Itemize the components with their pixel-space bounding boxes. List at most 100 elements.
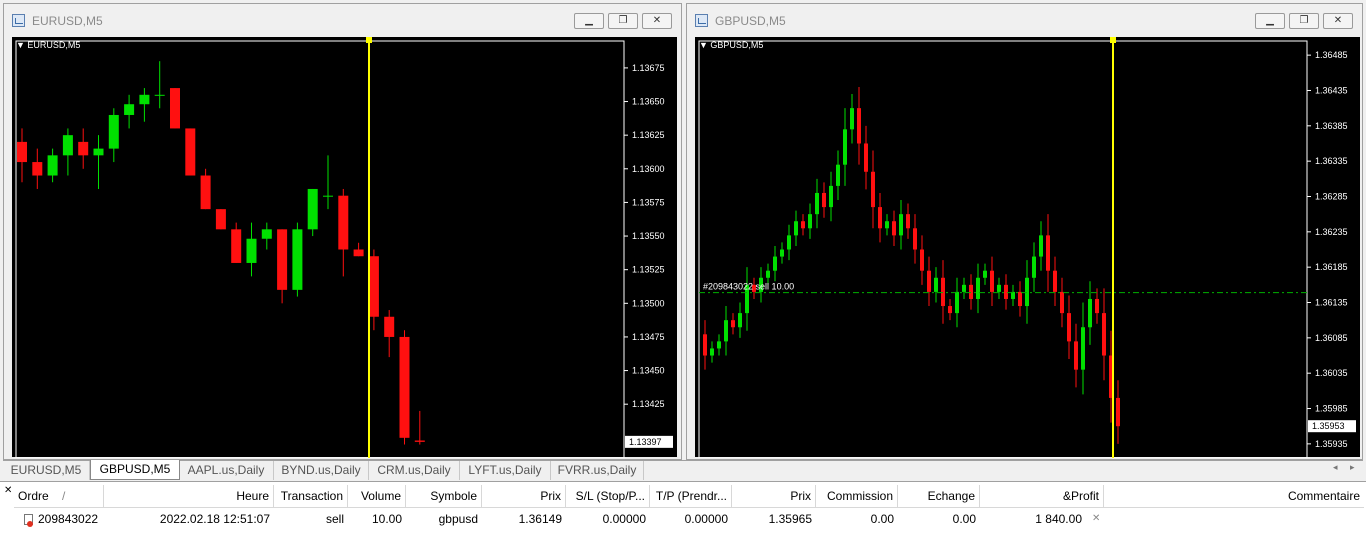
col-tp[interactable]: T/P (Prendr... <box>650 485 732 507</box>
col-transaction[interactable]: Transaction <box>274 485 348 507</box>
terminal-close-icon[interactable]: ✕ <box>4 485 12 496</box>
candle-body <box>724 320 728 342</box>
col-commission[interactable]: Commission <box>816 485 898 507</box>
candle-body <box>899 214 903 236</box>
tab-scroll-left-icon[interactable]: ◂ <box>1333 463 1338 473</box>
candle-body <box>871 171 875 208</box>
candle-body <box>353 249 364 257</box>
price-axis-label: 1.13600 <box>632 164 665 174</box>
window-title: EURUSD,M5 <box>32 14 103 28</box>
col-sl[interactable]: S/L (Stop/P... <box>566 485 650 507</box>
tab-crm[interactable]: CRM.us,Daily <box>369 461 460 480</box>
price-axis-label: 1.13425 <box>632 399 665 409</box>
candle-body <box>170 88 180 129</box>
candle-body <box>843 129 847 165</box>
candle-body <box>850 108 854 130</box>
restore-button[interactable]: ❐ <box>608 13 638 29</box>
order-level-label: #209843022 sell 10.00 <box>703 282 794 292</box>
candle-body <box>997 284 1001 292</box>
candle-body <box>246 238 257 263</box>
close-order-icon[interactable]: ✕ <box>1088 508 1104 530</box>
col-time[interactable]: Heure <box>104 485 274 507</box>
cell-tp[interactable]: 0.00000 <box>650 508 732 530</box>
candle-body <box>913 228 917 250</box>
candle-body <box>1053 270 1057 292</box>
candle-body <box>323 195 333 197</box>
minimize-button[interactable]: ▁ <box>1255 13 1285 29</box>
trade-table-header: Ordre / Heure Transaction Volume Symbole… <box>14 485 1364 508</box>
candle-body <box>1060 291 1064 314</box>
candle-body <box>892 221 896 236</box>
col-price-current[interactable]: Prix <box>732 485 816 507</box>
cell-order: 209843022 <box>38 512 99 526</box>
price-axis-label: 1.36335 <box>1315 156 1348 166</box>
col-swap[interactable]: Echange <box>898 485 980 507</box>
candle-body <box>927 270 931 292</box>
price-axis-label: 1.35985 <box>1315 404 1348 414</box>
tab-eurusd[interactable]: EURUSD,M5 <box>3 461 90 480</box>
window-titlebar[interactable]: EURUSD,M5 ▁ ❐ ✕ <box>4 4 681 37</box>
candle-body <box>108 114 119 149</box>
candle-body <box>384 316 395 337</box>
col-profit[interactable]: &Profit <box>980 485 1104 507</box>
gbpusd-chart[interactable]: 1.36485 1.36435 1.36385 1.36335 1.36285 1.362… <box>695 37 1360 459</box>
candle-body <box>948 306 952 314</box>
window-titlebar[interactable]: GBPUSD,M5 ▁ ❐ ✕ <box>687 4 1362 37</box>
trade-row[interactable]: 209843022 2022.02.18 12:51:07 sell 10.00… <box>14 508 1364 530</box>
candle-body <box>1095 298 1099 314</box>
restore-button[interactable]: ❐ <box>1289 13 1319 29</box>
candle-body <box>969 284 973 299</box>
candle-body <box>292 229 303 290</box>
candle-body <box>878 207 882 229</box>
tab-lyft[interactable]: LYFT.us,Daily <box>460 461 551 480</box>
candle-body <box>1081 327 1085 370</box>
tab-fvrr[interactable]: FVRR.us,Daily <box>551 461 644 480</box>
candle-body <box>62 135 73 156</box>
candle-body <box>864 143 868 172</box>
col-volume[interactable]: Volume <box>348 485 406 507</box>
close-button[interactable]: ✕ <box>642 13 672 29</box>
cell-comment <box>1104 508 1364 530</box>
candle-body <box>1074 341 1078 370</box>
candle-body <box>934 277 938 292</box>
col-order[interactable]: Ordre / <box>14 485 104 507</box>
candle-body <box>703 334 707 356</box>
cell-sl[interactable]: 0.00000 <box>566 508 650 530</box>
candle-body <box>836 164 840 186</box>
tab-scroll-right-icon[interactable]: ▸ <box>1350 463 1355 473</box>
sell-order-icon <box>24 514 33 527</box>
eurusd-chart[interactable]: 1.13675 1.13650 1.13625 1.13600 1.13575 1.135… <box>12 37 677 459</box>
col-comment[interactable]: Commentaire <box>1104 485 1364 507</box>
tab-bynd[interactable]: BYND.us,Daily <box>274 461 369 480</box>
candle-body <box>1102 313 1106 356</box>
candle-body <box>139 94 150 105</box>
current-price-label: 1.35953 <box>1312 421 1345 431</box>
tab-gbpusd[interactable]: GBPUSD,M5 <box>90 460 180 480</box>
minimize-button[interactable]: ▁ <box>574 13 604 29</box>
period-separator-handle <box>1110 37 1116 43</box>
chart-window-gbpusd[interactable]: GBPUSD,M5 ▁ ❐ ✕ 1.36485 1.36435 1.36385 1.3… <box>686 3 1363 460</box>
close-button[interactable]: ✕ <box>1323 13 1353 29</box>
price-axis-label: 1.36385 <box>1315 121 1348 131</box>
col-price[interactable]: Prix <box>482 485 566 507</box>
candle-body <box>822 192 826 208</box>
col-symbol[interactable]: Symbole <box>406 485 482 507</box>
candle-body <box>1046 235 1050 271</box>
candle-body <box>962 284 966 292</box>
candle-body <box>710 348 714 356</box>
candle-body <box>1018 291 1022 307</box>
candle-body <box>338 195 349 250</box>
candle-body <box>808 214 812 229</box>
candle-body <box>17 141 27 163</box>
chart-symbol-label: ▼ EURUSD,M5 <box>16 40 81 50</box>
price-axis-label: 1.13525 <box>632 265 665 275</box>
tab-aapl[interactable]: AAPL.us,Daily <box>179 461 274 480</box>
plot-frame <box>15 40 625 459</box>
chart-window-eurusd[interactable]: EURUSD,M5 ▁ ❐ ✕ 1.13675 1.13650 1.13625 1.1… <box>3 3 682 460</box>
chart-area[interactable]: 1.13675 1.13650 1.13625 1.13600 1.13575 1.135… <box>12 37 677 459</box>
price-axis-label: 1.36135 <box>1315 298 1348 308</box>
candle-body <box>32 162 43 176</box>
chart-area[interactable]: 1.36485 1.36435 1.36385 1.36335 1.36285 1.362… <box>695 37 1360 459</box>
candle-body <box>829 185 833 208</box>
candle-body <box>815 192 819 215</box>
